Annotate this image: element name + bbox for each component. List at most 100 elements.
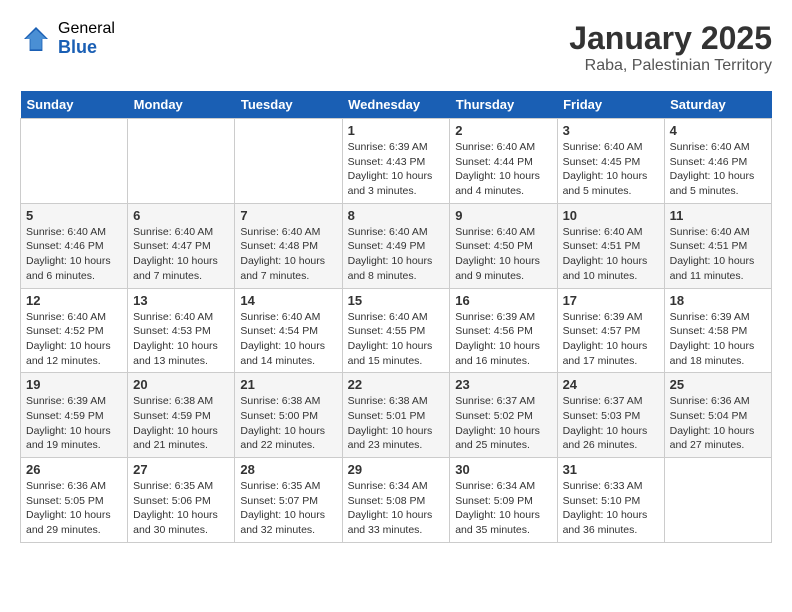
day-info-line: Sunrise: 6:35 AM — [240, 479, 336, 494]
calendar-cell: 5Sunrise: 6:40 AMSunset: 4:46 PMDaylight… — [21, 203, 128, 288]
day-info-line: Sunset: 4:56 PM — [455, 324, 551, 339]
day-number: 25 — [670, 377, 766, 392]
day-info-line: Sunrise: 6:40 AM — [348, 310, 445, 325]
day-info-line: and 25 minutes. — [455, 438, 551, 453]
day-info-line: Sunrise: 6:40 AM — [26, 225, 122, 240]
day-number: 30 — [455, 462, 551, 477]
day-number: 16 — [455, 293, 551, 308]
day-info-line: and 6 minutes. — [26, 269, 122, 284]
calendar-subtitle: Raba, Palestinian Territory — [569, 57, 772, 75]
day-info-line: Sunset: 4:44 PM — [455, 155, 551, 170]
calendar-cell: 1Sunrise: 6:39 AMSunset: 4:43 PMDaylight… — [342, 119, 450, 204]
day-number: 2 — [455, 123, 551, 138]
day-info-line: Sunset: 5:04 PM — [670, 409, 766, 424]
calendar-cell: 20Sunrise: 6:38 AMSunset: 4:59 PMDayligh… — [128, 373, 235, 458]
page-header: General Blue January 2025 Raba, Palestin… — [20, 20, 772, 75]
day-number: 26 — [26, 462, 122, 477]
calendar-cell: 7 Sunrise: 6:40 AMSunset: 4:48 PMDaylight… — [235, 203, 342, 288]
day-info-line: Sunset: 5:03 PM — [563, 409, 659, 424]
calendar-cell: 25Sunrise: 6:36 AMSunset: 5:04 PMDayligh… — [664, 373, 771, 458]
day-info-line: Daylight: 10 hours — [240, 254, 336, 269]
day-info-line: Sunrise: 6:39 AM — [348, 140, 445, 155]
day-info-line: Daylight: 10 hours — [563, 339, 659, 354]
day-info-line: Sunset: 4:51 PM — [670, 239, 766, 254]
logo-blue: Blue — [58, 38, 115, 58]
day-info-line: and 9 minutes. — [455, 269, 551, 284]
day-info-line: Daylight: 10 hours — [240, 424, 336, 439]
day-info-line: Sunset: 4:58 PM — [670, 324, 766, 339]
week-row-4: 19Sunrise: 6:39 AMSunset: 4:59 PMDayligh… — [21, 373, 772, 458]
day-info-line: Sunrise: 6:40 AM — [455, 225, 551, 240]
day-info-line: Sunset: 4:45 PM — [563, 155, 659, 170]
day-info-line: Sunset: 4:52 PM — [26, 324, 122, 339]
calendar-cell: 29Sunrise: 6:34 AMSunset: 5:08 PMDayligh… — [342, 458, 450, 543]
day-info-line: Daylight: 10 hours — [348, 424, 445, 439]
day-info-line: Daylight: 10 hours — [240, 508, 336, 523]
day-info-line: and 10 minutes. — [563, 269, 659, 284]
day-info-line: Daylight: 10 hours — [133, 254, 229, 269]
calendar-cell: 21Sunrise: 6:38 AMSunset: 5:00 PMDayligh… — [235, 373, 342, 458]
day-info-line: Sunrise: 6:39 AM — [670, 310, 766, 325]
logo-text: General Blue — [58, 20, 115, 57]
day-info-line: Sunset: 4:53 PM — [133, 324, 229, 339]
day-info-line: Daylight: 10 hours — [26, 508, 122, 523]
calendar-cell: 12Sunrise: 6:40 AMSunset: 4:52 PMDayligh… — [21, 288, 128, 373]
day-number: 24 — [563, 377, 659, 392]
day-number: 1 — [348, 123, 445, 138]
calendar-body: 1Sunrise: 6:39 AMSunset: 4:43 PMDaylight… — [21, 119, 772, 543]
calendar-cell — [235, 119, 342, 204]
day-number: 7 — [240, 208, 336, 223]
day-info-line: Sunset: 4:46 PM — [670, 155, 766, 170]
day-info-line: Sunrise: 6:40 AM — [670, 225, 766, 240]
day-info-line: Sunrise: 6:40 AM — [240, 310, 336, 325]
calendar-cell: 30Sunrise: 6:34 AMSunset: 5:09 PMDayligh… — [450, 458, 557, 543]
weekday-header-friday: Friday — [557, 91, 664, 119]
calendar-cell: 17Sunrise: 6:39 AMSunset: 4:57 PMDayligh… — [557, 288, 664, 373]
calendar-cell — [128, 119, 235, 204]
logo-general: General — [58, 20, 115, 38]
week-row-1: 1Sunrise: 6:39 AMSunset: 4:43 PMDaylight… — [21, 119, 772, 204]
day-info-line: Sunset: 5:06 PM — [133, 494, 229, 509]
day-info-line: Sunrise: 6:40 AM — [133, 225, 229, 240]
week-row-2: 5Sunrise: 6:40 AMSunset: 4:46 PMDaylight… — [21, 203, 772, 288]
day-info-line: and 8 minutes. — [348, 269, 445, 284]
day-number: 17 — [563, 293, 659, 308]
day-info-line: and 18 minutes. — [670, 354, 766, 369]
day-info-line: and 36 minutes. — [563, 523, 659, 538]
day-info-line: Sunset: 5:08 PM — [348, 494, 445, 509]
day-info-line: Sunset: 5:09 PM — [455, 494, 551, 509]
calendar-cell: 27Sunrise: 6:35 AMSunset: 5:06 PMDayligh… — [128, 458, 235, 543]
day-info-line: and 7 minutes. — [133, 269, 229, 284]
weekday-header-tuesday: Tuesday — [235, 91, 342, 119]
day-info-line: Daylight: 10 hours — [563, 508, 659, 523]
day-number: 18 — [670, 293, 766, 308]
day-info-line: Sunrise: 6:40 AM — [240, 225, 336, 240]
day-info-line: Sunset: 5:00 PM — [240, 409, 336, 424]
calendar-cell: 13Sunrise: 6:40 AMSunset: 4:53 PMDayligh… — [128, 288, 235, 373]
day-info-line: Sunrise: 6:40 AM — [670, 140, 766, 155]
day-info-line: Sunset: 5:01 PM — [348, 409, 445, 424]
calendar-cell: 16Sunrise: 6:39 AMSunset: 4:56 PMDayligh… — [450, 288, 557, 373]
day-info-line: and 14 minutes. — [240, 354, 336, 369]
day-info-line: Sunrise: 6:36 AM — [26, 479, 122, 494]
day-info-line: Daylight: 10 hours — [26, 339, 122, 354]
weekday-header-thursday: Thursday — [450, 91, 557, 119]
day-number: 10 — [563, 208, 659, 223]
calendar-cell: 24Sunrise: 6:37 AMSunset: 5:03 PMDayligh… — [557, 373, 664, 458]
day-info-line: and 15 minutes. — [348, 354, 445, 369]
weekday-header-saturday: Saturday — [664, 91, 771, 119]
week-row-3: 12Sunrise: 6:40 AMSunset: 4:52 PMDayligh… — [21, 288, 772, 373]
day-info-line: and 22 minutes. — [240, 438, 336, 453]
day-info-line: and 33 minutes. — [348, 523, 445, 538]
day-number: 29 — [348, 462, 445, 477]
day-info-line: and 4 minutes. — [455, 184, 551, 199]
calendar-table: SundayMondayTuesdayWednesdayThursdayFrid… — [20, 91, 772, 543]
day-info-line: Sunset: 4:48 PM — [240, 239, 336, 254]
day-info-line: Sunrise: 6:40 AM — [563, 225, 659, 240]
day-info-line: Daylight: 10 hours — [670, 424, 766, 439]
weekday-header-sunday: Sunday — [21, 91, 128, 119]
day-info-line: and 5 minutes. — [670, 184, 766, 199]
day-info-line: Daylight: 10 hours — [133, 508, 229, 523]
day-info-line: Sunset: 5:05 PM — [26, 494, 122, 509]
day-info-line: Sunset: 4:46 PM — [26, 239, 122, 254]
